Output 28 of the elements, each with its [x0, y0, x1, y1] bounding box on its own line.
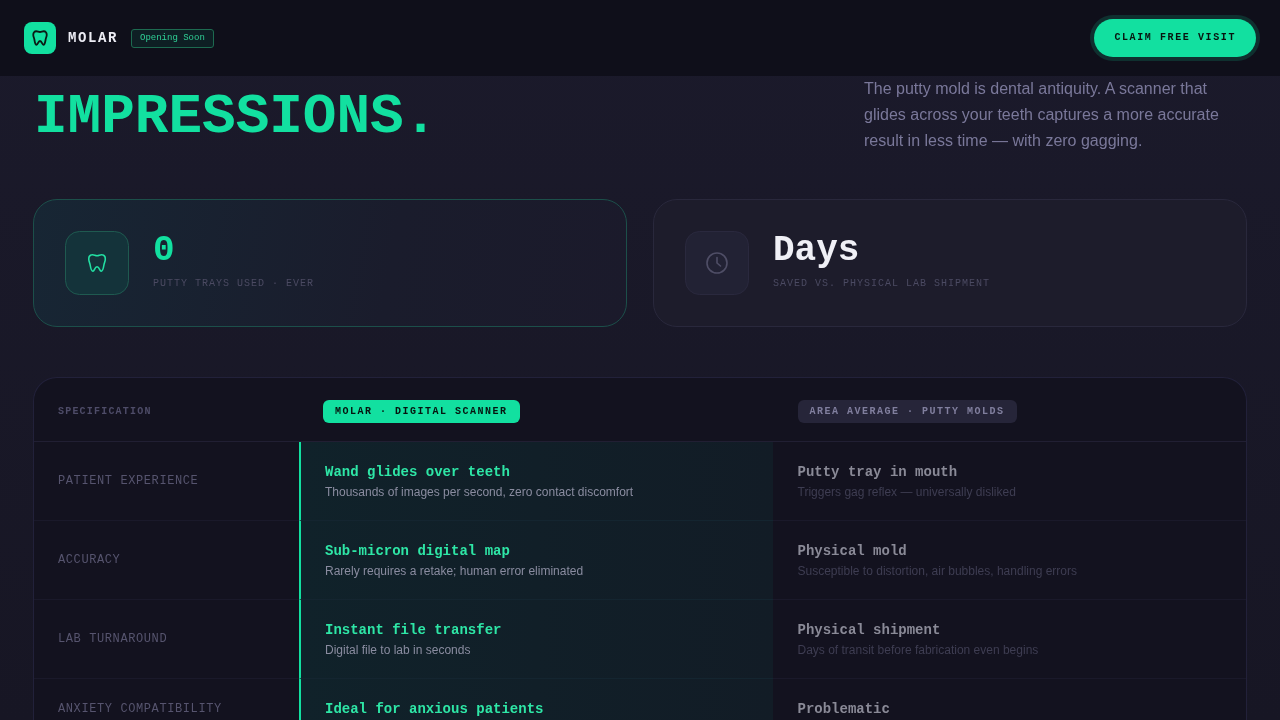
column-heading: MOLAR · DIGITAL SCANNER — [323, 400, 520, 423]
stat-value: 0 — [153, 231, 176, 271]
status-badge: Opening Soon — [131, 28, 214, 48]
claim-visit-button[interactable]: CLAIM FREE VISIT — [1094, 19, 1256, 57]
column-heading: AREA AVERAGE · PUTTY MOLDS — [797, 400, 1017, 423]
cell-title: Instant file transfer — [325, 621, 503, 639]
row-label: PATIENT EXPERIENCE — [58, 473, 199, 489]
row-label: ACCURACY — [58, 552, 121, 568]
tooth-icon — [24, 22, 56, 54]
cell-title: Ideal for anxious patients — [325, 700, 545, 718]
cell-title: Problematic — [797, 700, 891, 718]
row-label: LAB TURNAROUND — [58, 631, 168, 647]
cell-detail: Rarely requires a retake; human error eliminated — [325, 563, 585, 579]
cell-detail: Thousands of images per second, zero contact discomfort — [325, 484, 635, 500]
cell-detail: Digital file to lab in seconds — [325, 642, 472, 658]
row-label: ANXIETY COMPATIBILITY — [58, 700, 222, 717]
stat-value: Days — [773, 231, 861, 271]
cell-title: Putty tray in mouth — [797, 463, 959, 481]
brand-name: MOLAR — [68, 29, 118, 47]
hero-heading: IMPRESSIONS. — [34, 89, 438, 145]
cell-title: Wand glides over teeth — [325, 463, 511, 481]
tooth-icon — [65, 231, 129, 295]
cell-title: Physical mold — [797, 542, 908, 560]
cell-title: Sub-micron digital map — [325, 542, 511, 560]
hero-description: The putty mold is dental antiquity. A scanner that glides across your teeth captures a more accurate result in less time — with zero gagging. — [864, 79, 1220, 151]
clock-icon — [685, 231, 749, 295]
column-heading: SPECIFICATION — [58, 405, 152, 419]
cell-title: Physical shipment — [797, 621, 942, 639]
